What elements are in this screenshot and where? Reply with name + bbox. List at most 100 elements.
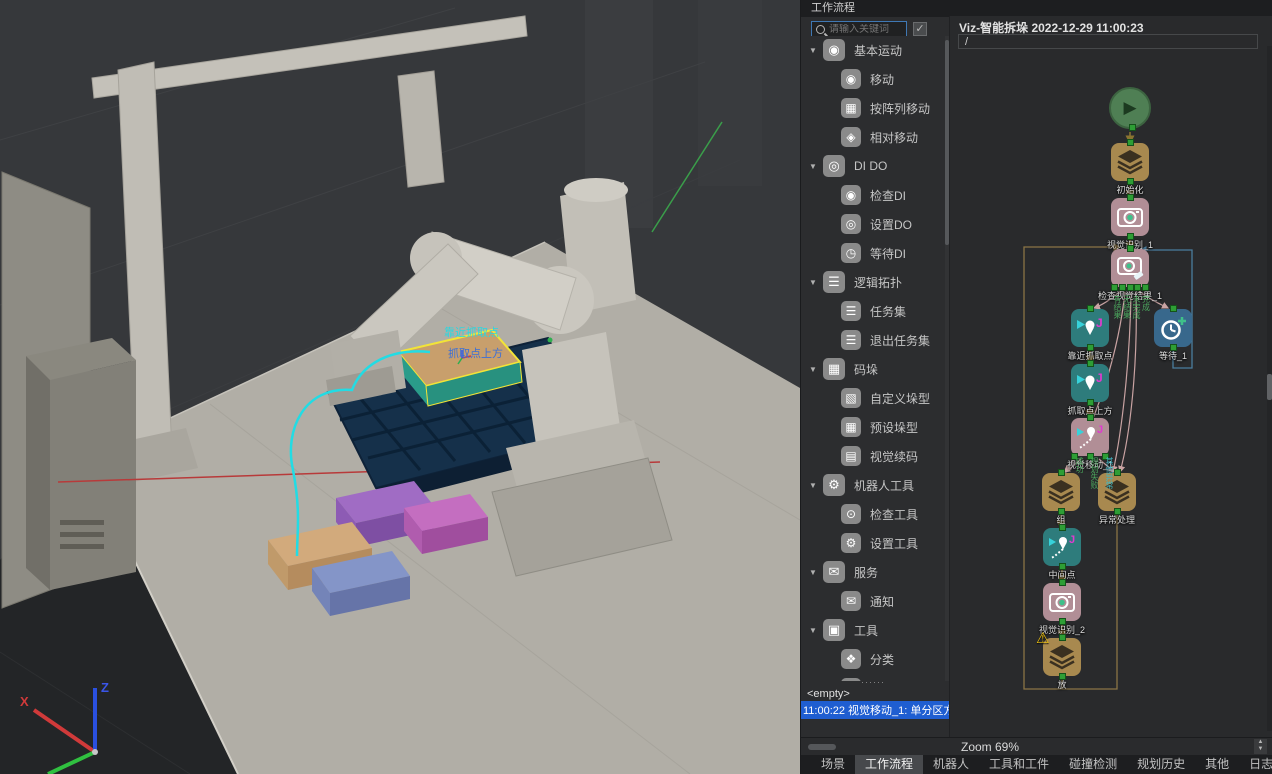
library-section-palletize[interactable]: ▼▦码垛	[809, 355, 878, 383]
workflow-panel: 工作流程 ✓ ▼◉基本运动◉移动▦按阵列移动◈相对移动▼◎DI DO◉检查DI◎…	[800, 0, 1272, 774]
pin-move-icon: ◉	[841, 69, 861, 89]
node-label: 放	[1017, 678, 1107, 691]
panel-title: 工作流程	[801, 0, 1272, 17]
port[interactable]	[1087, 305, 1094, 312]
port[interactable]	[1059, 524, 1066, 531]
library-section-robot-tool[interactable]: ▼⚙ 机器人工具	[809, 471, 914, 499]
flow-node-init[interactable]	[1111, 143, 1149, 181]
library-item-wait-di[interactable]: ◷等待DI	[841, 239, 906, 267]
library-item-preset-pallet[interactable]: ▦预设垛型	[841, 413, 918, 441]
flow-scrollbar-handle[interactable]	[1267, 374, 1272, 400]
log-entry[interactable]: 11:00:22 视觉移动_1: 单分区方形	[801, 701, 949, 719]
item-label: 检查DI	[870, 187, 906, 204]
vision-resume-icon: ▤	[841, 446, 861, 466]
filter-checkbox[interactable]: ✓	[913, 22, 927, 36]
tab-7[interactable]: 日志	[1239, 755, 1272, 774]
classify-icon: ❖	[841, 649, 861, 669]
port[interactable]	[1127, 245, 1134, 252]
flow-node-exception_handling[interactable]	[1098, 473, 1136, 511]
flow-node-place[interactable]: ⚠	[1043, 638, 1081, 676]
robot-tool-icon: ⚙	[823, 474, 845, 496]
flow-scrollbar[interactable]	[1267, 46, 1272, 731]
tab-6[interactable]: 其他	[1195, 755, 1239, 774]
collapse-arrow-icon[interactable]: ▼	[809, 365, 823, 374]
flow-node-wait_1[interactable]	[1154, 309, 1192, 347]
item-label: 自定义垛型	[870, 390, 930, 407]
library-item-set-do[interactable]: ◎设置DO	[841, 210, 912, 238]
library-item-exit-task-set[interactable]: ☰退出任务集	[841, 326, 930, 354]
tab-2[interactable]: 机器人	[923, 755, 979, 774]
collapse-arrow-icon[interactable]: ▼	[809, 481, 823, 490]
item-label: 机器人工具	[854, 477, 914, 494]
library-item-pin-move[interactable]: ◉移动	[841, 65, 894, 93]
port[interactable]	[1087, 360, 1094, 367]
wait-icon	[1157, 312, 1189, 344]
pin-move-icon	[1074, 312, 1106, 344]
bottom-tab-bar: 场景工作流程机器人工具和工件碰撞检测规划历史其他日志	[801, 755, 1272, 774]
flow-node-group[interactable]	[1042, 473, 1080, 511]
flow-canvas[interactable]: J J Viz-智能拆垛 2022-12-29 11:00:23 /	[949, 16, 1272, 737]
collapse-arrow-icon[interactable]: ▼	[809, 568, 823, 577]
exit-task-set-icon: ☰	[841, 330, 861, 350]
tab-1[interactable]: 工作流程	[855, 755, 923, 774]
tab-3[interactable]: 工具和工件	[979, 755, 1059, 774]
port[interactable]	[1114, 469, 1121, 476]
library-item-check-di[interactable]: ◉检查DI	[841, 181, 906, 209]
tab-4[interactable]: 碰撞检测	[1059, 755, 1127, 774]
edge-label: 未完成	[1132, 295, 1141, 319]
library-item-notify[interactable]: ✉通知	[841, 587, 894, 615]
library-item-pin-relative[interactable]: ◈相对移动	[841, 123, 918, 151]
app: 靠近抓取点 抓取点上方 X Z 工作流程 ✓ ▼◉基本运动◉移动▦按阵列移动◈相…	[0, 0, 1272, 774]
item-label: 按阵列移动	[870, 100, 930, 117]
flow-node-above_pick_point[interactable]	[1071, 364, 1109, 402]
flow-node-start[interactable]: ▶	[1109, 87, 1151, 129]
tab-5[interactable]: 规划历史	[1127, 755, 1195, 774]
layers-icon	[1046, 641, 1078, 673]
library-section-pin[interactable]: ▼◉基本运动	[809, 36, 902, 64]
library-section-logic[interactable]: ▼☰逻辑拓扑	[809, 268, 902, 296]
port[interactable]	[1059, 634, 1066, 641]
flow-node-mid_point[interactable]	[1043, 528, 1081, 566]
port[interactable]	[1059, 579, 1066, 586]
collapse-arrow-icon[interactable]: ▼	[809, 626, 823, 635]
library-item-check-tool[interactable]: ⊙检查工具	[841, 500, 918, 528]
flow-node-vision_1[interactable]	[1111, 198, 1149, 236]
flow-node-check_vision_result_1[interactable]	[1111, 249, 1149, 287]
search-input[interactable]	[829, 24, 895, 35]
wait-di-icon: ◷	[841, 243, 861, 263]
library-section-service[interactable]: ▼✉服务	[809, 558, 878, 586]
library-item-pin-array[interactable]: ▦按阵列移动	[841, 94, 930, 122]
library-item-vision-resume[interactable]: ▤视觉续码	[841, 442, 918, 470]
library-item-set-tool[interactable]: ⚙设置工具	[841, 529, 918, 557]
3d-viewport[interactable]: 靠近抓取点 抓取点上方 X Z	[0, 0, 800, 774]
library-item-task-set[interactable]: ☰任务集	[841, 297, 906, 325]
flow-node-vision_2[interactable]	[1043, 583, 1081, 621]
library-section-tools[interactable]: ▼▣工具	[809, 616, 878, 644]
library-section-dido[interactable]: ▼◎DI DO	[809, 152, 887, 180]
item-label: 设置工具	[870, 535, 918, 552]
port[interactable]	[1170, 305, 1177, 312]
port[interactable]	[1058, 469, 1065, 476]
collapse-arrow-icon[interactable]: ▼	[809, 46, 823, 55]
port[interactable]	[1127, 139, 1134, 146]
edge-label: 有结果	[1113, 295, 1122, 319]
edge-label: 规划失败	[1090, 457, 1099, 489]
custom-pallet-icon: ▧	[841, 388, 861, 408]
port[interactable]	[1129, 124, 1136, 131]
flow-node-approach_pick_point[interactable]	[1071, 309, 1109, 347]
horizontal-scrollbar-handle[interactable]	[808, 744, 836, 750]
cabinet	[26, 338, 136, 590]
collapse-arrow-icon[interactable]: ▼	[809, 278, 823, 287]
library-item-classify[interactable]: ❖分类	[841, 645, 894, 673]
layers-icon	[1114, 146, 1146, 178]
port[interactable]	[1087, 414, 1094, 421]
flow-node-vision_move_1[interactable]	[1071, 418, 1109, 456]
tab-0[interactable]: 场景	[811, 755, 855, 774]
log-list: 11:00:22 视觉移动_1: 单分区方形	[801, 701, 949, 719]
collapse-arrow-icon[interactable]: ▼	[809, 162, 823, 171]
library-item-custom-pallet[interactable]: ▧ 自定义垛型	[841, 384, 930, 412]
zoom-stepper[interactable]: ▲▼	[1254, 739, 1267, 754]
palletize-icon: ▦	[823, 358, 845, 380]
pin-path-icon	[1074, 421, 1106, 453]
port[interactable]	[1127, 194, 1134, 201]
